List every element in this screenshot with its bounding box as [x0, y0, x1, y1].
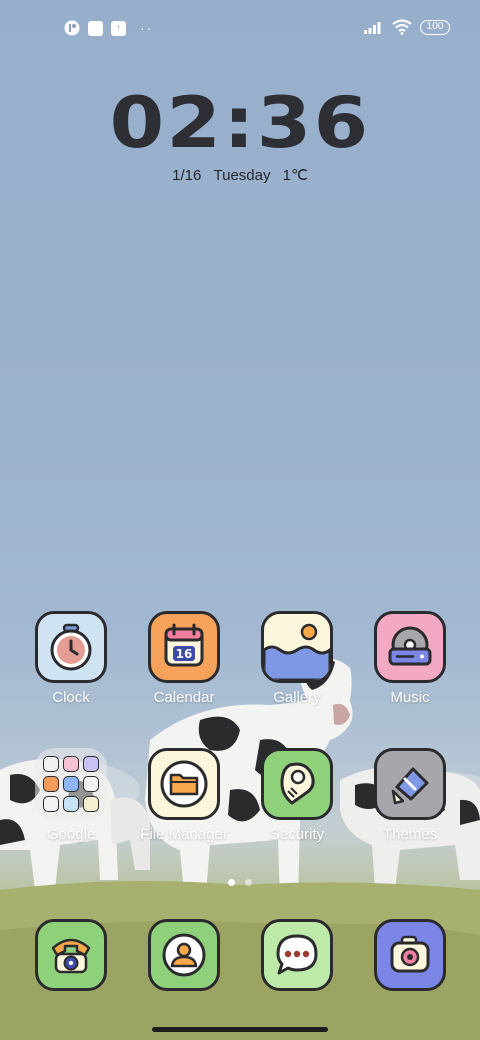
folder-mini-app-icon: [63, 756, 79, 772]
status-bar: ↑ ·· 100: [0, 14, 480, 42]
page-dot-2[interactable]: [245, 879, 252, 886]
folder-mini-app-icon: [63, 796, 79, 812]
overflow-indicator: ··: [140, 20, 154, 36]
app-label: Google: [46, 826, 96, 843]
signal-icon: [364, 22, 381, 34]
clock-widget-date[interactable]: 1/16 Tuesday 1℃: [0, 166, 480, 184]
folder-mini-app-icon: [63, 776, 79, 792]
upload-icon: ↑: [111, 20, 126, 36]
notification-icon: [64, 20, 80, 36]
page-indicator[interactable]: [228, 879, 252, 886]
app-label: Clock: [52, 689, 90, 706]
app-themes[interactable]: Themes: [355, 748, 465, 843]
calendar-badge: 16: [176, 647, 193, 661]
weekday-text: Tuesday: [213, 167, 271, 184]
folder-mini-app-icon: [43, 776, 59, 792]
app-music[interactable]: Music: [355, 611, 465, 706]
app-security[interactable]: Security: [242, 748, 352, 843]
app-label: Themes: [382, 826, 438, 843]
gallery-icon: [261, 611, 333, 683]
dock-camera[interactable]: [355, 919, 465, 991]
security-icon: [261, 748, 333, 820]
calendar-icon: 16: [148, 611, 220, 683]
folder-mini-app-icon: [83, 796, 99, 812]
dock-contacts[interactable]: [129, 919, 239, 991]
clock-widget-time[interactable]: 02:36: [0, 82, 480, 164]
app-file-manager[interactable]: File Manager: [129, 748, 239, 843]
messages-icon: [261, 919, 333, 991]
home-gesture-bar[interactable]: [152, 1027, 328, 1032]
app-folder-google[interactable]: Google: [16, 748, 126, 843]
file-manager-icon: [148, 748, 220, 820]
page-dot-1[interactable]: [228, 879, 235, 886]
dock-phone[interactable]: [16, 919, 126, 991]
folder-mini-app-icon: [83, 756, 99, 772]
app-label: Calendar: [153, 689, 215, 706]
themes-icon: [374, 748, 446, 820]
date-text: 1/16: [172, 167, 202, 184]
app-label: File Manager: [140, 826, 228, 843]
status-bar-right: 100: [364, 19, 450, 35]
wifi-icon: [392, 19, 412, 35]
battery-indicator: 100: [420, 19, 450, 35]
phone-icon: [35, 919, 107, 991]
app-calendar[interactable]: 16 Calendar: [129, 611, 239, 706]
square-icon: [88, 20, 103, 36]
dock-messages[interactable]: [242, 919, 352, 991]
contacts-icon: [148, 919, 220, 991]
app-label: Gallery: [273, 689, 321, 706]
temperature-text: 1℃: [282, 167, 308, 184]
folder-mini-app-icon: [43, 796, 59, 812]
app-label: Security: [269, 826, 325, 843]
app-label: Music: [390, 689, 430, 706]
app-gallery[interactable]: Gallery: [242, 611, 352, 706]
folder-mini-app-icon: [43, 756, 59, 772]
status-bar-left: ↑ ··: [64, 20, 153, 36]
folder-icon: [35, 748, 107, 820]
app-clock[interactable]: Clock: [16, 611, 126, 706]
camera-icon: [374, 919, 446, 991]
music-icon: [374, 611, 446, 683]
folder-mini-app-icon: [83, 776, 99, 792]
clock-icon: [35, 611, 107, 683]
